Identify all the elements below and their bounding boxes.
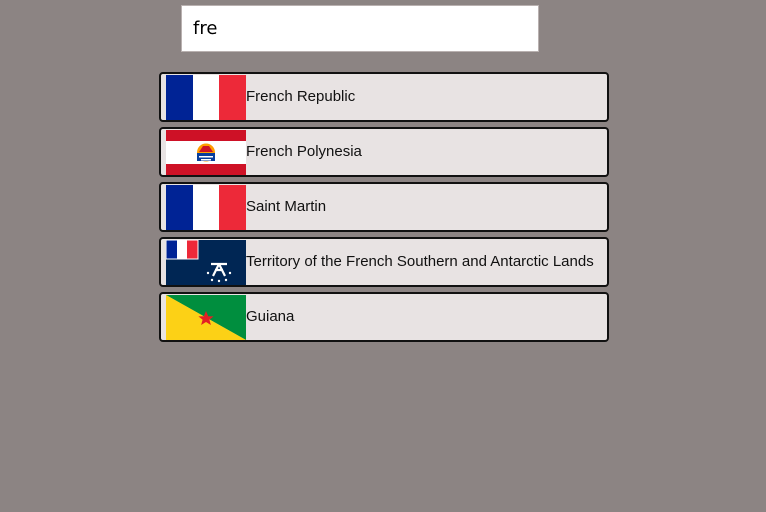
- search-box[interactable]: [181, 5, 539, 52]
- flag-france-icon: [166, 75, 246, 120]
- flag-french-polynesia-icon: [166, 130, 246, 175]
- list-item[interactable]: French Republic: [159, 72, 609, 122]
- list-item[interactable]: French Polynesia: [159, 127, 609, 177]
- flag-taaf-icon: [166, 240, 246, 285]
- list-item-label: Saint Martin: [246, 198, 327, 215]
- list-item-label: French Republic: [246, 88, 356, 105]
- flag-saint-martin-icon: [166, 185, 246, 230]
- list-item-label: French Polynesia: [246, 143, 362, 160]
- list-item[interactable]: Guiana: [159, 292, 609, 342]
- flag-french-guiana-icon: [166, 295, 246, 340]
- list-item-label: Guiana: [246, 308, 295, 325]
- results-list: French Republic French Polynesia Saint M: [159, 72, 609, 347]
- list-item[interactable]: Saint Martin: [159, 182, 609, 232]
- search-input[interactable]: [182, 6, 538, 51]
- list-item[interactable]: Territory of the French Southern and Ant…: [159, 237, 609, 287]
- list-item-label: Territory of the French Southern and Ant…: [246, 253, 594, 270]
